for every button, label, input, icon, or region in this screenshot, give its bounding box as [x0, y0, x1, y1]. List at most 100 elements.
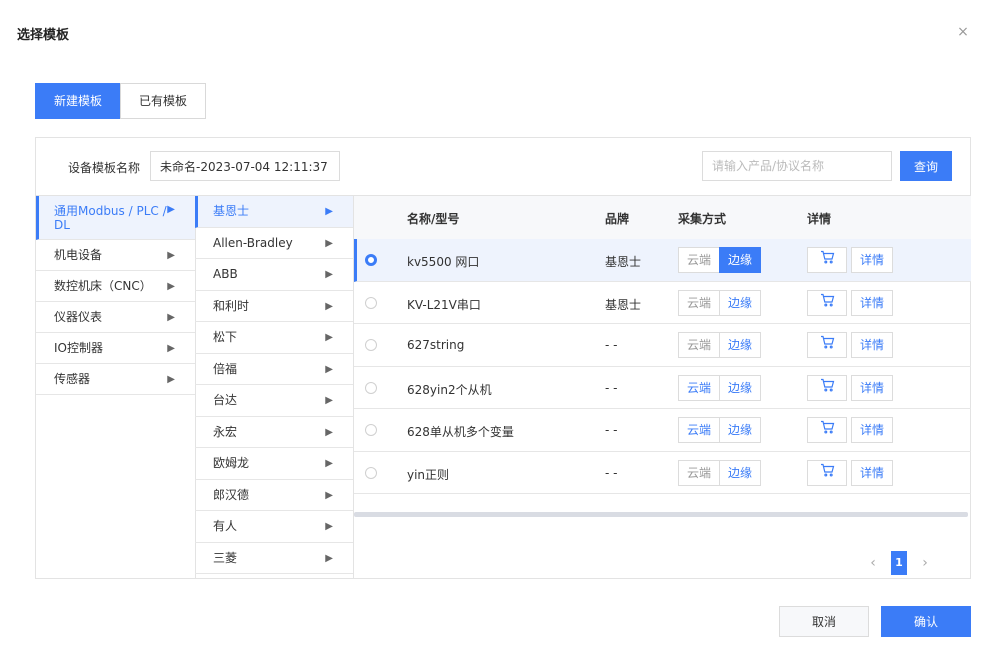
row-radio[interactable]: [365, 339, 377, 351]
tab-new-template[interactable]: 新建模板: [35, 83, 122, 119]
brand-label: 郎汉德: [213, 487, 250, 502]
cart-icon[interactable]: [807, 459, 847, 486]
collection-method-toggle: 云端 边缘: [678, 332, 762, 358]
chevron-right-icon: ▶: [325, 363, 333, 375]
cart-icon[interactable]: [807, 332, 847, 358]
template-name-label: 设备模板名称: [68, 161, 141, 175]
cloud-option-button[interactable]: 云端: [678, 332, 721, 358]
edge-option-button[interactable]: 边缘: [719, 289, 762, 316]
confirm-button[interactable]: 确认: [881, 606, 971, 637]
chevron-right-icon: ▶: [167, 374, 175, 385]
cloud-option-button[interactable]: 云端: [678, 374, 721, 401]
edge-option-button[interactable]: 边缘: [719, 247, 762, 273]
cart-icon[interactable]: [807, 289, 847, 316]
cloud-option-button[interactable]: 云端: [678, 459, 721, 486]
template-name-input[interactable]: [150, 151, 340, 181]
row-radio[interactable]: [365, 296, 377, 309]
close-icon[interactable]: ×: [956, 25, 970, 39]
tab-existing-template[interactable]: 已有模板: [120, 83, 207, 119]
edge-option-button[interactable]: 边缘: [719, 332, 762, 358]
category-label: 数控机床（CNC）: [54, 279, 152, 293]
brand-item[interactable]: 欧姆龙 ▶: [195, 448, 353, 480]
brand-item[interactable]: 郎汉德 ▶: [195, 480, 353, 511]
row-radio[interactable]: [365, 424, 377, 436]
page-number-current[interactable]: 1: [891, 551, 907, 575]
chevron-right-icon: ▶: [325, 521, 333, 532]
brand-item[interactable]: 有人 ▶: [195, 511, 353, 543]
brand-item[interactable]: 和利时 ▶: [195, 291, 353, 322]
template-panel: 设备模板名称 查询 通用Modbus / PLC / DL▶ 机电设备▶ 数控机…: [35, 137, 971, 579]
brand-item[interactable]: 台达 ▶: [195, 385, 353, 417]
row-name: KV-L21V串口: [407, 297, 481, 312]
edge-option-button[interactable]: 边缘: [719, 459, 762, 486]
detail-button[interactable]: 详情: [851, 459, 893, 486]
cloud-option-button[interactable]: 云端: [678, 289, 721, 316]
header-brand: 品牌: [605, 212, 630, 226]
collection-method-toggle: 云端 边缘: [678, 417, 762, 443]
cancel-button[interactable]: 取消: [779, 606, 869, 637]
horizontal-scrollbar[interactable]: [354, 512, 968, 517]
row-brand: - -: [605, 465, 618, 480]
search-input[interactable]: [702, 151, 892, 181]
prev-page-button[interactable]: ‹: [864, 551, 882, 575]
template-table: 名称/型号 品牌 采集方式 详情 kv5500 网口 基恩士 云端 边缘 详情 KV-L2…: [354, 195, 971, 579]
cloud-option-button[interactable]: 云端: [678, 417, 721, 443]
chevron-right-icon: ▶: [325, 426, 333, 438]
brand-label: 欧姆龙: [213, 456, 250, 470]
row-name: 628单从机多个变量: [407, 425, 514, 439]
table-row[interactable]: 627string - - 云端 边缘 详情: [354, 324, 971, 367]
cloud-option-button[interactable]: 云端: [678, 247, 721, 273]
collection-method-toggle: 云端 边缘: [678, 289, 762, 316]
category-label: 机电设备: [54, 248, 103, 262]
brand-label: 有人: [213, 519, 238, 533]
row-radio[interactable]: [365, 466, 377, 479]
brand-item[interactable]: ABB ▶: [195, 259, 353, 291]
table-row[interactable]: kv5500 网口 基恩士 云端 边缘 详情: [354, 239, 971, 282]
category-item[interactable]: 传感器 ▶: [36, 364, 195, 395]
table-row[interactable]: KV-L21V串口 基恩士 云端 边缘 详情: [354, 282, 971, 324]
cart-icon[interactable]: [807, 374, 847, 401]
category-item[interactable]: 数控机床（CNC） ▶: [36, 271, 195, 302]
row-radio[interactable]: [365, 381, 377, 394]
header-method: 采集方式: [678, 212, 727, 226]
row-radio[interactable]: [365, 254, 377, 266]
category-item[interactable]: IO控制器 ▶: [36, 333, 195, 364]
row-brand: - -: [605, 423, 618, 437]
row-brand: 基恩士: [605, 297, 642, 312]
chevron-right-icon: ▶: [325, 300, 333, 312]
detail-button[interactable]: 详情: [851, 417, 893, 443]
brand-item[interactable]: Allen-Bradley ▶: [195, 228, 353, 259]
next-page-button[interactable]: ›: [916, 551, 934, 575]
header-name: 名称/型号: [407, 212, 460, 226]
brand-label: 永宏: [213, 424, 238, 439]
detail-button[interactable]: 详情: [851, 247, 893, 273]
brand-item[interactable]: 基恩士 ▶: [195, 196, 353, 228]
brand-label: 三菱: [213, 550, 238, 565]
collection-method-toggle: 云端 边缘: [678, 247, 762, 273]
search-button[interactable]: 查询: [900, 151, 952, 181]
detail-button[interactable]: 详情: [851, 332, 893, 358]
chevron-right-icon: ▶: [325, 395, 333, 406]
detail-button[interactable]: 详情: [851, 289, 893, 316]
brand-item[interactable]: 倍福 ▶: [195, 354, 353, 385]
edge-option-button[interactable]: 边缘: [719, 417, 762, 443]
table-row[interactable]: yin正则 - - 云端 边缘 详情: [354, 452, 971, 494]
category-item[interactable]: 仪器仪表 ▶: [36, 302, 195, 333]
category-item[interactable]: 机电设备 ▶: [36, 240, 195, 271]
brand-item[interactable]: 三菱 ▶: [195, 543, 353, 574]
brand-item[interactable]: 松下 ▶: [195, 322, 353, 354]
row-name: 627string: [407, 338, 465, 352]
table-row[interactable]: 628单从机多个变量 - - 云端 边缘 详情: [354, 409, 971, 452]
cart-icon[interactable]: [807, 247, 847, 273]
row-brand: - -: [605, 338, 618, 352]
table-row[interactable]: 628yin2个从机 - - 云端 边缘 详情: [354, 367, 971, 409]
row-name: kv5500 网口: [407, 255, 480, 269]
chevron-right-icon: ▶: [325, 458, 333, 469]
detail-button[interactable]: 详情: [851, 374, 893, 401]
brand-item[interactable]: 永宏 ▶: [195, 417, 353, 448]
category-label: 传感器: [54, 372, 91, 386]
collection-method-toggle: 云端 边缘: [678, 459, 762, 486]
category-item[interactable]: 通用Modbus / PLC / DL ▶: [36, 196, 195, 240]
cart-icon[interactable]: [807, 417, 847, 443]
edge-option-button[interactable]: 边缘: [719, 374, 762, 401]
